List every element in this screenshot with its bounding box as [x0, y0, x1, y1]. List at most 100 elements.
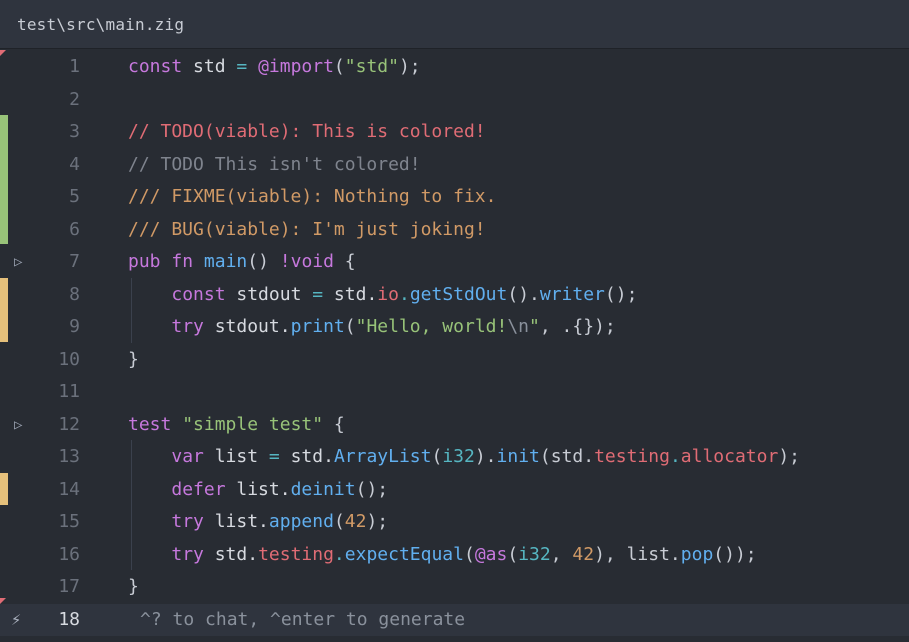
code-token: testing — [594, 446, 670, 467]
code-token: , .{}); — [539, 316, 616, 337]
code-token: pub — [128, 251, 161, 272]
code-token: ); — [398, 56, 421, 77]
code-token: , — [550, 543, 573, 565]
code-token: allocator — [680, 446, 779, 467]
code-token: ). — [474, 446, 497, 467]
code-token: std. — [323, 283, 378, 305]
line-number: 10 — [58, 348, 80, 370]
code-token: fn — [171, 251, 194, 272]
code-token: @import — [258, 56, 334, 77]
code-token: const — [128, 56, 183, 77]
code-text: // TODO(viable): This is colored! — [128, 116, 486, 148]
code-text: /// FIXME(viable): Nothing to fix. — [128, 181, 496, 213]
code-line[interactable]: ▷ 12 test "simple test" { — [0, 409, 909, 441]
code-token: // TODO This isn't colored! — [128, 153, 421, 175]
code-token: std. — [279, 446, 334, 467]
code-token: list — [203, 446, 269, 467]
fold-toggle-icon[interactable]: ▷ — [14, 409, 28, 441]
code-token: ArrayList — [333, 446, 432, 467]
code-token: . — [669, 446, 681, 467]
code-text: const stdout = std.io.getStdOut().writer… — [128, 279, 637, 311]
code-token: expectEqual — [344, 543, 464, 565]
code-line[interactable]: 5 /// FIXME(viable): Nothing to fix. — [0, 181, 909, 213]
code-token: "std" — [344, 56, 399, 77]
code-token: ( — [431, 446, 443, 467]
code-line[interactable]: 2 — [0, 84, 909, 116]
assistant-zap-icon[interactable]: ⚡ — [11, 604, 29, 636]
code-token: " — [529, 316, 540, 337]
code-text: } — [128, 344, 139, 376]
code-token: io — [377, 283, 399, 305]
line-number: 5 — [69, 186, 80, 207]
code-token: } — [128, 576, 139, 597]
code-line[interactable]: 16 try std.testing.expectEqual(@as(i32, … — [0, 539, 909, 571]
code-text: test "simple test" { — [128, 409, 345, 441]
code-line[interactable]: ⚡ 18 ^? to chat, ^enter to generate — [0, 603, 909, 636]
code-token: = — [312, 283, 324, 305]
code-token: append — [268, 511, 334, 532]
line-number: 2 — [69, 88, 80, 110]
code-token: // TODO(viable): This is colored! — [128, 121, 486, 142]
code-token: void — [290, 251, 334, 272]
code-line[interactable]: ▷ 7 pub fn main() !void { — [0, 246, 909, 278]
code-token: init — [496, 446, 540, 467]
code-token: } — [128, 348, 139, 370]
code-line[interactable]: 17} — [0, 571, 909, 603]
line-number: 17 — [58, 576, 80, 597]
code-line[interactable]: 14 defer list.deinit(); — [0, 474, 909, 506]
code-token: ); — [778, 446, 801, 467]
code-token: test — [128, 413, 172, 435]
code-token: std. — [203, 543, 259, 565]
code-token: stdout. — [203, 316, 291, 337]
code-line[interactable]: 11 — [0, 376, 909, 408]
code-token: 42 — [572, 543, 595, 565]
code-token: /// BUG(viable): I'm just joking! — [128, 218, 486, 240]
code-token: deinit — [290, 478, 356, 500]
code-text: pub fn main() !void { — [128, 246, 356, 278]
code-line[interactable]: 9 try stdout.print("Hello, world!\n", .{… — [0, 311, 909, 343]
code-token: \n — [507, 316, 530, 337]
code-token: stdout — [225, 283, 313, 305]
code-token: ( — [344, 316, 356, 337]
code-token: 42 — [344, 511, 367, 532]
code-text: defer list.deinit(); — [128, 474, 388, 506]
file-path[interactable]: test\src\main.zig — [17, 15, 184, 34]
code-text: try std.testing.expectEqual(@as(i32, 42)… — [128, 539, 757, 571]
code-token: i32 — [442, 446, 475, 467]
code-line[interactable]: 3 // TODO(viable): This is colored! — [0, 116, 909, 148]
code-line[interactable]: 10} — [0, 344, 909, 376]
code-token: ( — [463, 543, 475, 565]
code-token: try — [171, 316, 204, 337]
line-number: 7 — [69, 251, 80, 272]
editor-window: test\src\main.zig 1 const std = @import("… — [0, 0, 909, 642]
code-token: const — [171, 283, 226, 305]
code-token: try — [171, 511, 204, 532]
fold-toggle-icon[interactable]: ▷ — [14, 246, 28, 278]
code-token: . — [333, 543, 345, 565]
code-line[interactable]: 6 /// BUG(viable): I'm just joking! — [0, 214, 909, 246]
code-token: ()); — [713, 543, 757, 565]
code-text: try list.append(42); — [128, 506, 388, 538]
line-number: 14 — [58, 478, 80, 500]
line-number: 6 — [69, 218, 80, 240]
code-line[interactable]: 8 const stdout = std.io.getStdOut().writ… — [0, 279, 909, 311]
code-token: list. — [225, 478, 291, 500]
code-token: = — [236, 56, 248, 77]
code-line[interactable]: 1 const std = @import("std"); — [0, 51, 909, 83]
code-token: var — [171, 446, 204, 467]
line-number: 1 — [69, 56, 80, 77]
code-token: pop — [680, 543, 714, 565]
code-token: = — [268, 446, 280, 467]
code-line[interactable]: 13 var list = std.ArrayList(i32).init(st… — [0, 441, 909, 473]
code-text: var list = std.ArrayList(i32).init(std.t… — [128, 441, 800, 473]
code-line[interactable]: 4 // TODO This isn't colored! — [0, 149, 909, 181]
code-line[interactable]: 15 try list.append(42); — [0, 506, 909, 538]
code-text: try stdout.print("Hello, world!\n", .{})… — [128, 311, 616, 343]
